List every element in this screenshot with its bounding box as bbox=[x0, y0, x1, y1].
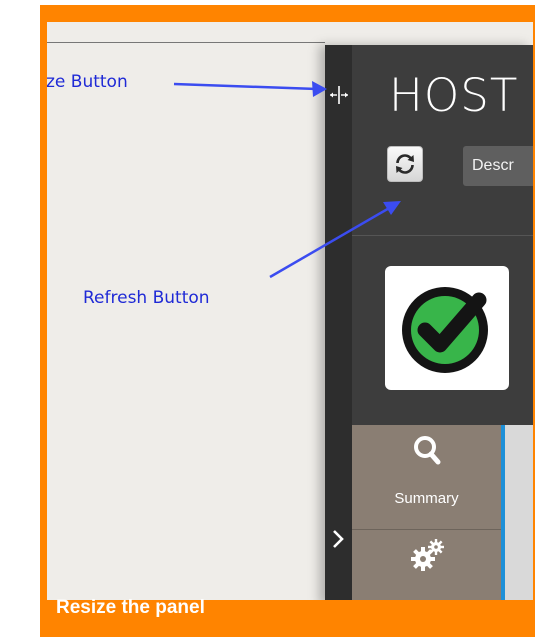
arrowhead-refresh bbox=[383, 201, 401, 215]
tutorial-frame: HOST Descr Summary ze Button Refresh But… bbox=[40, 5, 535, 637]
screenshot-area: HOST Descr Summary ze Button Refresh But… bbox=[47, 22, 533, 600]
arrowhead-resize bbox=[312, 81, 327, 97]
caption: Resize the panel bbox=[56, 597, 205, 618]
arrow-to-resize-button bbox=[173, 82, 318, 91]
arrow-to-refresh-button bbox=[269, 205, 392, 279]
annotation-arrows bbox=[173, 81, 401, 279]
